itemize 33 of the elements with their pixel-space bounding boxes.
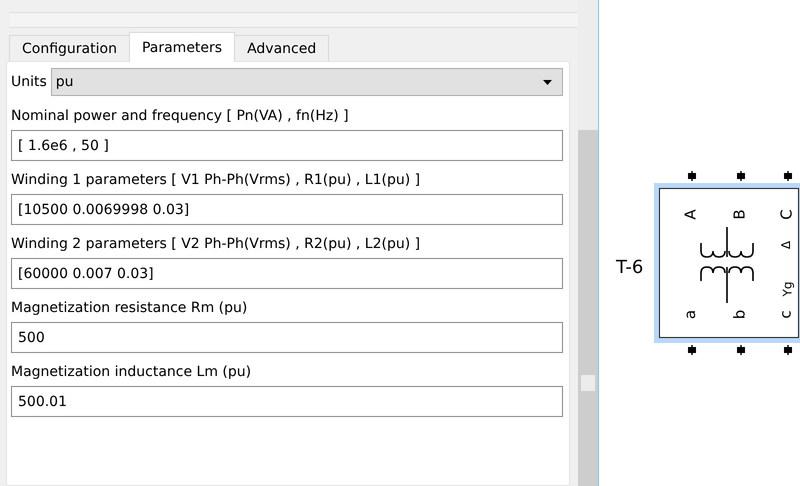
input-field[interactable]: 500 (11, 322, 563, 353)
parameter-label: Winding 2 parameters [ V2 Ph-Ph(Vrms) , R2(pu) , L2(pu) ] (11, 236, 422, 252)
input-field[interactable]: [60000 0.007 0.03] (11, 258, 563, 289)
port-label: A (684, 209, 699, 220)
port-icon (688, 171, 696, 181)
port-label: B (732, 209, 748, 220)
port-icon (784, 345, 792, 355)
input-field[interactable]: [10500 0.0069998 0.03] (11, 194, 563, 225)
port-icon (688, 345, 696, 355)
port-icon (784, 171, 792, 181)
port-label: b (732, 310, 748, 320)
units-label: Units (11, 74, 47, 90)
port-icon (737, 345, 745, 355)
port-label: a (683, 310, 698, 320)
tab[interactable]: Configuration (9, 35, 130, 61)
input-field[interactable]: 500.01 (11, 386, 563, 417)
port-label: c (778, 310, 794, 319)
parameter-label: Winding 1 parameters [ V1 Ph-Ph(Vrms) , R1(pu) , L1(pu) ] (11, 172, 422, 188)
parameter-label: Nominal power and frequency [ Pn(VA) , fn(Hz) ] (11, 108, 350, 124)
tab[interactable]: Advanced (234, 35, 330, 61)
caret-icon (543, 80, 552, 84)
parameter-label: Magnetization resistance Rm (pu) (11, 300, 248, 316)
transformer-winding-icon (697, 225, 757, 305)
connection-label: Yg (781, 282, 794, 296)
connection-label: Δ (780, 240, 792, 250)
parameter-label: Magnetization inductance Lm (pu) (11, 364, 252, 380)
tab[interactable]: Parameters (128, 32, 236, 62)
port-label: C (780, 209, 795, 220)
units-dropdown[interactable]: pu (50, 68, 563, 96)
scrollbar[interactable] (578, 0, 598, 486)
block-name: T-6 (616, 257, 644, 278)
port-icon (737, 171, 745, 181)
input-field[interactable]: [ 1.6e6 , 50 ] (11, 130, 563, 161)
